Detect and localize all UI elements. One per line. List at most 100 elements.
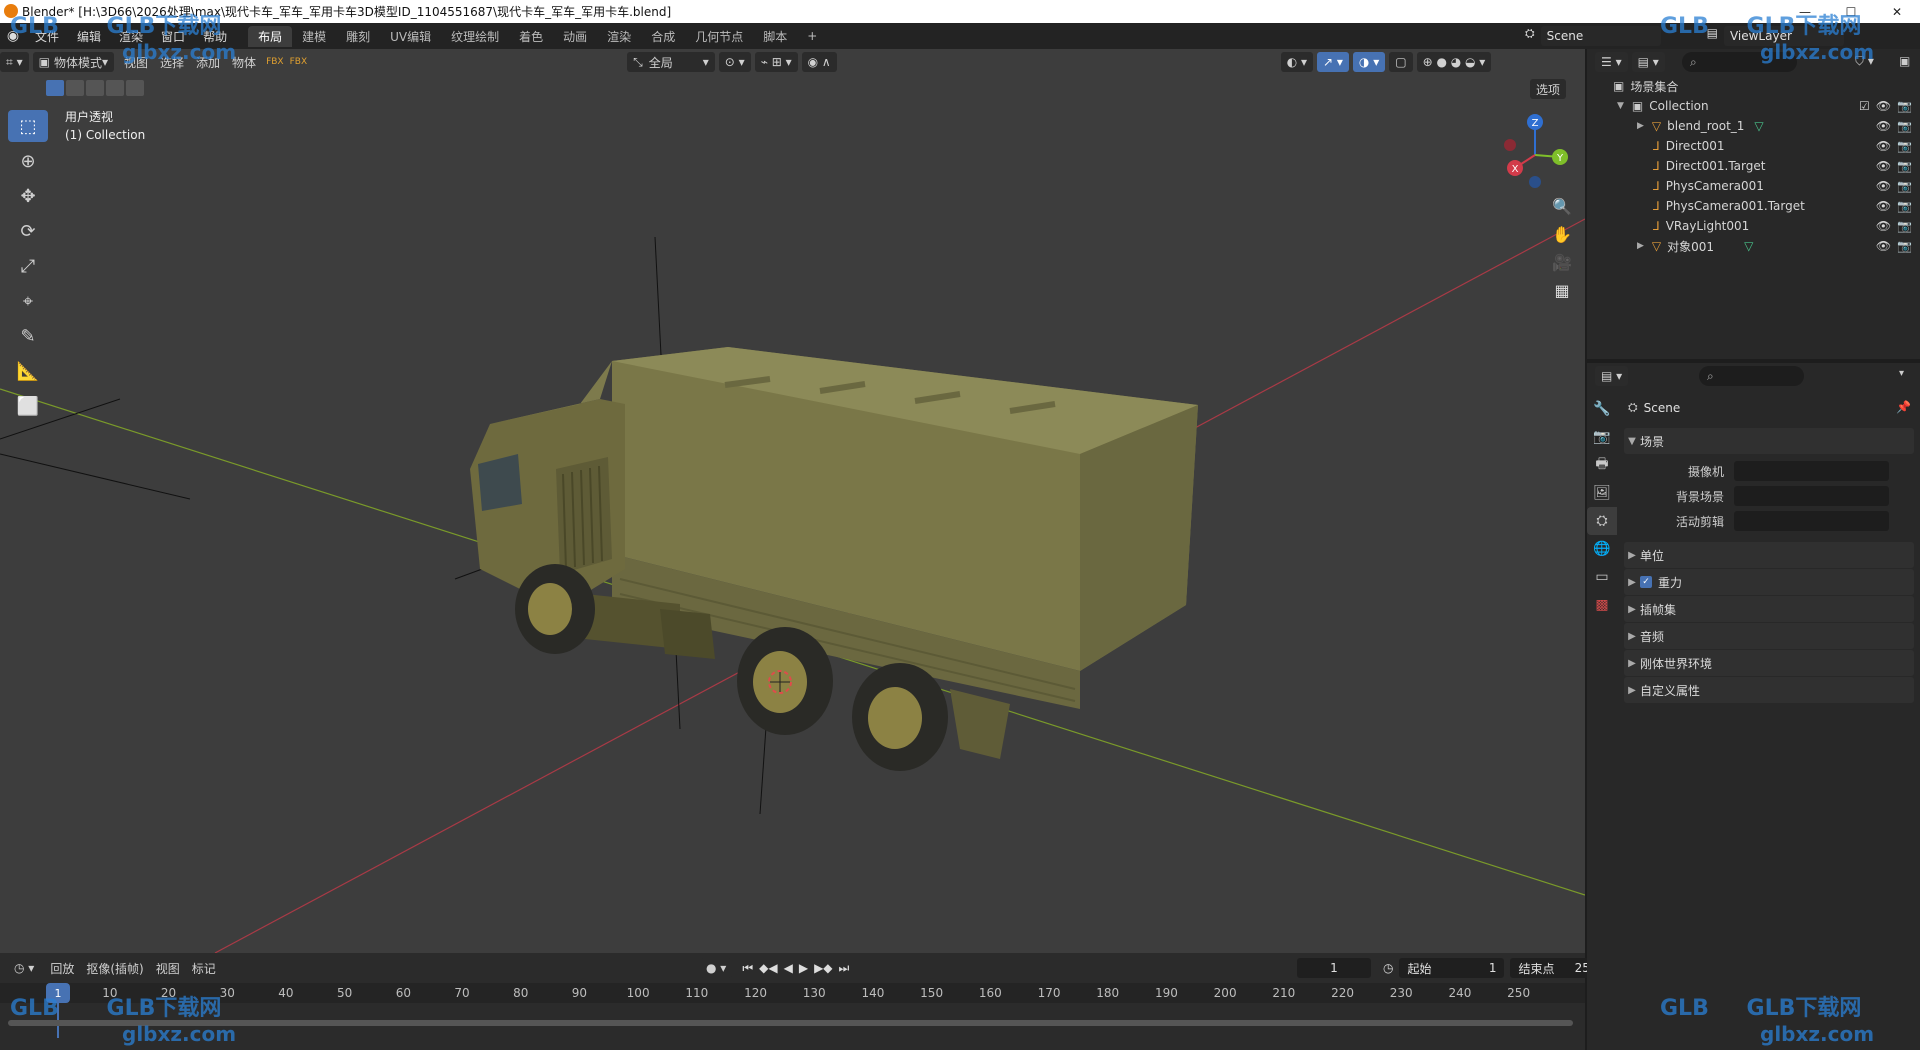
new-collection-icon[interactable]: ▣ (1899, 54, 1910, 68)
scene-icon[interactable]: ⛭ (1525, 26, 1535, 46)
prev-keyframe-icon[interactable]: ◆◀ (759, 961, 777, 975)
tab-geometry-nodes[interactable]: 几何节点 (685, 26, 753, 47)
tab-rendering[interactable]: 渲染 (597, 26, 641, 47)
tab-scripting[interactable]: 脚本 (753, 26, 797, 47)
outliner-item-row[interactable]: ⅃ VRayLight001 👁 📷 (1587, 216, 1920, 236)
tab-sculpting[interactable]: 雕刻 (336, 26, 380, 47)
keying-sets-panel-header[interactable]: ▶ 插帧集 (1624, 596, 1914, 622)
play-reverse-icon[interactable]: ◀ (784, 961, 793, 975)
next-keyframe-icon[interactable]: ▶◆ (814, 961, 832, 975)
add-cube-tool-icon[interactable]: ⬜ (8, 390, 48, 422)
world-tab-icon[interactable]: 🌐 (1587, 535, 1617, 563)
scene-selector[interactable]: Scene (1540, 26, 1661, 46)
preview-range-icon[interactable]: ◷ (1383, 961, 1393, 975)
snap-icon[interactable]: ⌁ ⊞ ▾ (754, 52, 798, 72)
tab-compositing[interactable]: 合成 (641, 26, 685, 47)
add-workspace-button[interactable]: + (797, 27, 827, 45)
tab-modeling[interactable]: 建模 (292, 26, 336, 47)
custom-properties-panel-header[interactable]: ▶ 自定义属性 (1624, 677, 1914, 703)
scene-tab-icon[interactable]: ⛭ (1587, 507, 1617, 535)
scene-panel-header[interactable]: ▼ 场景 (1624, 428, 1914, 454)
camera-field[interactable] (1734, 461, 1889, 481)
timeline-ruler[interactable]: 10 20 30 40 50 60 70 80 90 100 110 120 130 140 150 160 1… (0, 983, 1585, 1003)
pivot-point-icon[interactable]: ⊙ ▾ (718, 52, 751, 72)
render-camera-icon[interactable]: 📷 (1897, 99, 1912, 113)
transform-orientation-selector[interactable]: ⤡ 全局 ▾ (627, 52, 715, 72)
move-tool-icon[interactable]: ✥ (8, 180, 48, 212)
tab-animation[interactable]: 动画 (553, 26, 597, 47)
timeline-scrollbar[interactable] (8, 1020, 1573, 1026)
render-camera-icon[interactable]: 📷 (1897, 159, 1912, 173)
pin-icon[interactable]: 📌 (1896, 400, 1911, 414)
background-scene-field[interactable] (1734, 486, 1889, 506)
start-frame-field[interactable]: 起始 1 (1399, 958, 1505, 978)
options-button[interactable]: 选项 (1530, 79, 1567, 99)
fbx-export-icon[interactable]: FBX (290, 57, 308, 67)
visibility-eye-icon[interactable]: 👁 (1876, 239, 1891, 253)
collection-tab-icon[interactable]: ▭ (1587, 563, 1617, 591)
tab-uv-editing[interactable]: UV编辑 (380, 26, 441, 47)
texture-tab-icon[interactable]: ▩ (1587, 591, 1617, 619)
select-extend-icon[interactable] (66, 80, 84, 96)
outliner-item-row[interactable]: ▶ ▽ 对象001 ▽ 👁 📷 (1587, 236, 1920, 256)
rotate-tool-icon[interactable]: ⟳ (8, 215, 48, 247)
proportional-edit-icon[interactable]: ◉ ∧ (801, 52, 837, 72)
fbx-import-icon[interactable]: FBX (266, 57, 284, 67)
gravity-panel-header[interactable]: ▶ ✓ 重力 (1624, 569, 1914, 595)
rigid-body-world-panel-header[interactable]: ▶ 刚体世界环境 (1624, 650, 1914, 676)
output-tab-icon[interactable]: 🖶 (1587, 451, 1617, 479)
outliner-item-row[interactable]: ▶ ▽ blend_root_1 ▽ 👁 📷 (1587, 116, 1920, 136)
visibility-eye-icon[interactable]: 👁 (1876, 119, 1891, 133)
select-box-tool-icon[interactable]: ⬚ (8, 110, 48, 142)
select-subtract-icon[interactable] (86, 80, 104, 96)
visibility-eye-icon[interactable]: 👁 (1876, 99, 1891, 113)
scale-tool-icon[interactable]: ⤢ (8, 250, 48, 282)
tab-texture-paint[interactable]: 纹理绘制 (441, 26, 509, 47)
properties-options-icon[interactable]: ▾ (1899, 368, 1904, 379)
render-camera-icon[interactable]: 📷 (1897, 119, 1912, 133)
exclude-checkbox-icon[interactable]: ☑ (1859, 99, 1870, 113)
close-button[interactable]: ✕ (1874, 0, 1920, 23)
gizmo-toggle-icon[interactable]: ↗ ▾ (1317, 52, 1349, 72)
active-clip-field[interactable] (1734, 511, 1889, 531)
gravity-checkbox[interactable]: ✓ (1640, 576, 1652, 588)
select-new-icon[interactable] (46, 80, 64, 96)
tab-shading[interactable]: 着色 (509, 26, 553, 47)
overlay-toggle-icon[interactable]: ◑ ▾ (1352, 52, 1386, 72)
menu-timeline-view[interactable]: 视图 (150, 960, 186, 977)
navigation-gizmo[interactable]: Z Y X (1495, 110, 1575, 190)
render-camera-icon[interactable]: 📷 (1897, 139, 1912, 153)
jump-start-icon[interactable]: ⏮ (742, 961, 753, 976)
render-camera-icon[interactable]: 📷 (1897, 199, 1912, 213)
tab-layout[interactable]: 布局 (248, 25, 293, 47)
view-layer-tab-icon[interactable]: 🖼 (1587, 479, 1617, 507)
ortho-grid-icon[interactable]: ▦ (1547, 276, 1577, 304)
shading-mode-icons[interactable]: ⊕ ● ◕ ◒ ▾ (1416, 52, 1492, 72)
expand-arrow-icon[interactable]: ▶ (1637, 121, 1644, 131)
play-icon[interactable]: ▶ (799, 961, 808, 975)
visibility-icon[interactable]: ◐ ▾ (1280, 52, 1314, 72)
transform-tool-icon[interactable]: ⌖ (8, 285, 48, 317)
3d-viewport[interactable] (0, 49, 1585, 953)
annotate-tool-icon[interactable]: ✎ (8, 320, 48, 352)
select-intersect-icon[interactable] (126, 80, 144, 96)
cursor-tool-icon[interactable]: ⊕ (8, 145, 48, 177)
visibility-eye-icon[interactable]: 👁 (1876, 199, 1891, 213)
visibility-eye-icon[interactable]: 👁 (1876, 219, 1891, 233)
current-frame-field[interactable]: 1 (1297, 958, 1371, 978)
visibility-eye-icon[interactable]: 👁 (1876, 139, 1891, 153)
outliner-scene-collection-row[interactable]: ▣ 场景集合 (1587, 76, 1920, 96)
menu-keying[interactable]: 抠像(插帧) (80, 960, 149, 977)
menu-marker[interactable]: 标记 (186, 960, 222, 977)
autokey-record-icon[interactable]: ● ▾ (700, 958, 733, 978)
camera-view-icon[interactable]: 🎥 (1547, 248, 1577, 276)
render-camera-icon[interactable]: 📷 (1897, 219, 1912, 233)
render-camera-icon[interactable]: 📷 (1897, 179, 1912, 193)
visibility-eye-icon[interactable]: 👁 (1876, 159, 1891, 173)
tool-tab-icon[interactable]: 🔧 (1587, 395, 1617, 423)
expand-arrow-icon[interactable]: ▼ (1617, 101, 1624, 111)
outliner-item-row[interactable]: ⅃ Direct001 👁 📷 (1587, 136, 1920, 156)
zoom-icon[interactable]: 🔍 (1547, 192, 1577, 220)
measure-tool-icon[interactable]: 📐 (8, 355, 48, 387)
expand-arrow-icon[interactable]: ▶ (1637, 241, 1644, 251)
